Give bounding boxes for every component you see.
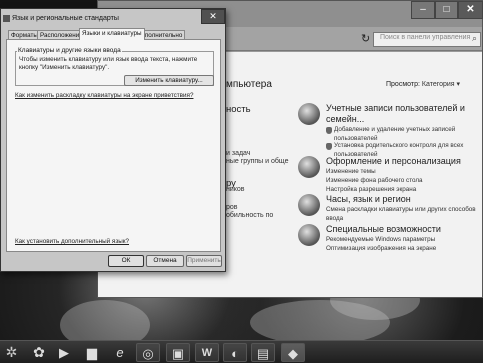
close-button[interactable]: ✕ — [458, 1, 483, 19]
taskbar-app2-icon[interactable]: ▤ — [251, 343, 275, 362]
category-title[interactable]: Оформление и персонализация — [326, 156, 476, 167]
maximize-button[interactable]: □ — [435, 1, 458, 19]
category-fragment[interactable]: ников — [226, 186, 245, 193]
taskbar-ie-icon[interactable]: e — [108, 343, 132, 362]
category-title[interactable]: Учетные записи пользователей и семейн... — [326, 103, 476, 125]
category-fragment[interactable]: ные группы и обще — [226, 158, 289, 165]
shield-icon — [326, 127, 332, 134]
taskbar-app-icon[interactable]: ▣ — [166, 343, 190, 362]
view-value[interactable]: Категория ▾ — [422, 81, 460, 88]
category-title[interactable]: Часы, язык и регион — [326, 194, 476, 205]
view-label: Просмотр: — [386, 81, 420, 88]
taskbar-folder-icon[interactable]: ▆ — [80, 343, 104, 362]
category-fragment[interactable]: и задач — [226, 150, 250, 157]
category-fragment[interactable]: ность — [226, 104, 251, 115]
tab-keyboards-languages[interactable]: Языки и клавиатуры — [79, 28, 145, 40]
category-user-accounts: Учетные записи пользователей и семейн...… — [298, 103, 478, 158]
category-link[interactable]: Смена раскладки клавиатуры или других сп… — [326, 205, 476, 223]
category-link[interactable]: Изменение фона рабочего стола — [326, 176, 476, 185]
category-appearance: Оформление и персонализация Изменение те… — [298, 156, 478, 194]
taskbar-control-panel-icon[interactable]: ◆ — [281, 343, 305, 362]
welcome-screen-layout-link[interactable]: Как изменить раскладку клавиатуры на экр… — [15, 92, 193, 99]
category-fragment[interactable]: ров — [226, 204, 238, 211]
category-link[interactable]: Рекомендуемые Windows параметры — [326, 235, 476, 244]
users-icon — [298, 103, 320, 125]
minimize-button[interactable]: – — [411, 1, 435, 19]
shield-icon — [326, 143, 332, 150]
clock-globe-icon — [298, 194, 320, 216]
search-placeholder: Поиск в панели управления — [380, 34, 471, 41]
view-selector[interactable]: Просмотр: Категория ▾ — [386, 80, 460, 88]
search-icon[interactable]: ⌕ — [472, 33, 477, 44]
appearance-icon — [298, 156, 320, 178]
start-button[interactable]: ✲ — [3, 342, 20, 362]
group-title: Клавиатуры и другие языки ввода — [17, 47, 122, 54]
ok-button[interactable]: ОК — [108, 255, 144, 267]
cancel-button[interactable]: Отмена — [146, 255, 184, 267]
change-keyboard-button[interactable]: Изменить клавиатуру... — [124, 75, 214, 86]
category-clock-language-region: Часы, язык и регион Смена раскладки клав… — [298, 194, 478, 224]
category-title[interactable]: Специальные возможности — [326, 224, 476, 235]
taskbar-flower-icon[interactable]: ✿ — [27, 343, 51, 362]
taskbar-paint-icon[interactable]: ◐ — [223, 343, 247, 362]
search-input[interactable]: Поиск в панели управления ⌕ — [373, 32, 481, 47]
install-language-link[interactable]: Как установить дополнительный язык? — [15, 238, 129, 245]
region-language-dialog: Язык и региональные стандарты ✕ Форматы … — [0, 8, 226, 272]
tab-panel: Чтобы изменить клавиатуру или язык ввода… — [6, 39, 221, 252]
page-title: мпьютера — [226, 79, 272, 90]
category-link[interactable]: Оптимизация изображения на экране — [326, 244, 476, 253]
category-link[interactable]: Изменение темы — [326, 167, 476, 176]
apply-button[interactable]: Применить — [186, 255, 222, 267]
category-fragment[interactable]: обильность по — [226, 212, 273, 219]
dialog-app-icon — [3, 15, 10, 22]
category-link[interactable]: Настройка разрешения экрана — [326, 185, 476, 194]
taskbar-chrome-icon[interactable]: ◎ — [136, 343, 160, 362]
taskbar-word-icon[interactable]: W — [195, 343, 219, 362]
taskbar: ✲ ✿ ▶ ▆ e ◎ ▣ W ◐ ▤ ◆ — [0, 340, 483, 363]
group-description: Чтобы изменить клавиатуру или язык ввода… — [19, 56, 198, 71]
category-accessibility: Специальные возможности Рекомендуемые Wi… — [298, 224, 478, 254]
keyboards-group: Чтобы изменить клавиатуру или язык ввода… — [15, 51, 214, 86]
dialog-title: Язык и региональные стандарты — [12, 15, 119, 22]
dialog-close-button[interactable]: ✕ — [201, 9, 225, 24]
taskbar-media-player-icon[interactable]: ▶ — [52, 343, 76, 362]
accessibility-icon — [298, 224, 320, 246]
